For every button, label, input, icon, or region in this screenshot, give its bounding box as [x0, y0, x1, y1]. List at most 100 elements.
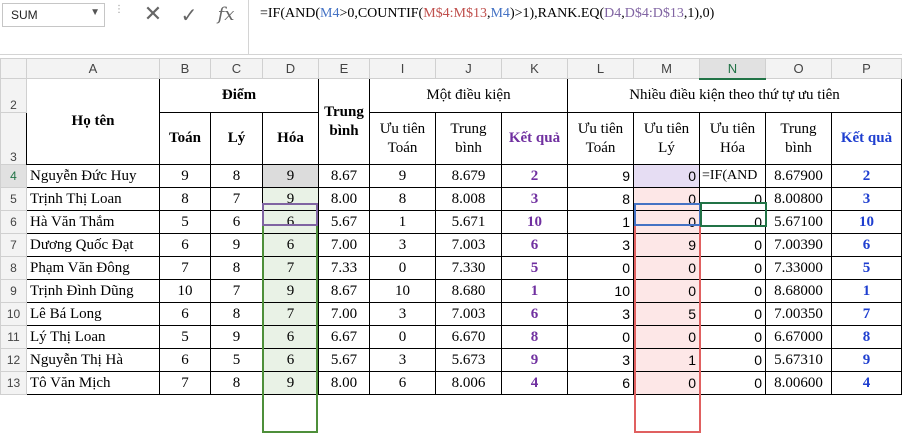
cell-ly[interactable]: 8 [210, 371, 263, 395]
column-header[interactable]: I [369, 58, 436, 79]
cell-ket-qua[interactable]: 2 [501, 164, 568, 188]
cell-uu-tien-ly[interactable]: 0 [633, 187, 700, 211]
column-header-selected[interactable]: N [699, 58, 766, 80]
cell-uu-tien-toan[interactable]: 3 [369, 233, 436, 257]
cell-uu-tien-hoa[interactable]: 0 [699, 371, 766, 395]
column-header[interactable]: O [765, 58, 832, 79]
cell-uu-tien-hoa[interactable]: 0 [699, 325, 766, 349]
cell-uu-tien-toan-2[interactable]: 6 [567, 371, 634, 395]
cell-uu-tien-hoa[interactable]: 0 [699, 279, 766, 303]
cell-trung-binh-1[interactable]: 8.679 [435, 164, 502, 188]
chevron-down-icon[interactable]: ▼ [90, 7, 100, 18]
cell-ly[interactable]: 8 [210, 302, 263, 326]
cell-ho-ten[interactable]: Tô Văn Mịch [26, 371, 160, 395]
row-header[interactable]: 8 [0, 256, 27, 280]
cell-ho-ten[interactable]: Nguyễn Thị Hà [26, 348, 160, 372]
cell-trung-binh-2[interactable]: 5.67100 [765, 210, 832, 234]
cell-trung-binh[interactable]: 8.67 [318, 279, 370, 303]
cell-ket-qua-2[interactable]: 7 [831, 302, 902, 326]
cell-trung-binh-2[interactable]: 7.00390 [765, 233, 832, 257]
cell-ly[interactable]: 5 [210, 348, 263, 372]
cell-ly[interactable]: 8 [210, 164, 263, 188]
column-header[interactable]: J [435, 58, 502, 79]
cell-trung-binh-1[interactable]: 5.671 [435, 210, 502, 234]
cell-ket-qua-2[interactable]: 10 [831, 210, 902, 234]
cell-ket-qua-2[interactable]: 6 [831, 233, 902, 257]
cell-trung-binh[interactable]: 5.67 [318, 210, 370, 234]
row-header[interactable]: 13 [0, 371, 27, 395]
cell-uu-tien-ly[interactable]: 0 [633, 325, 700, 349]
cell-trung-binh[interactable]: 8.00 [318, 371, 370, 395]
cell-trung-binh-2[interactable]: 7.00350 [765, 302, 832, 326]
cell-ho-ten[interactable]: Lý Thị Loan [26, 325, 160, 349]
cell-trung-binh-2[interactable]: 6.67000 [765, 325, 832, 349]
cell-hoa[interactable]: 6 [262, 348, 319, 372]
cell-uu-tien-toan-2[interactable]: 8 [567, 187, 634, 211]
cell-uu-tien-ly[interactable]: 0 [633, 164, 700, 188]
cell-ket-qua[interactable]: 6 [501, 233, 568, 257]
cell-trung-binh-1[interactable]: 8.006 [435, 371, 502, 395]
cell-uu-tien-hoa[interactable]: 0 [699, 302, 766, 326]
cell-hoa[interactable]: 6 [262, 325, 319, 349]
cell-toan[interactable]: 10 [159, 279, 211, 303]
column-header[interactable]: C [210, 58, 263, 79]
cell-toan[interactable]: 7 [159, 256, 211, 280]
cell-uu-tien-toan-2[interactable]: 1 [567, 210, 634, 234]
cell-uu-tien-toan-2[interactable]: 3 [567, 233, 634, 257]
cell-trung-binh-2[interactable]: 8.00800 [765, 187, 832, 211]
insert-function-button[interactable]: fx [211, 2, 241, 28]
check-icon[interactable]: ✓ [174, 2, 204, 28]
cell-hoa[interactable]: 7 [262, 302, 319, 326]
cell-trung-binh-1[interactable]: 5.673 [435, 348, 502, 372]
cell-ho-ten[interactable]: Phạm Văn Đông [26, 256, 160, 280]
cell-ket-qua[interactable]: 9 [501, 348, 568, 372]
cell-ket-qua[interactable]: 6 [501, 302, 568, 326]
cell-ket-qua-2[interactable]: 8 [831, 325, 902, 349]
cell-ket-qua-2[interactable]: 3 [831, 187, 902, 211]
cell-trung-binh-1[interactable]: 8.008 [435, 187, 502, 211]
cell-trung-binh[interactable]: 5.67 [318, 348, 370, 372]
column-header[interactable]: A [26, 58, 160, 79]
cell-toan[interactable]: 9 [159, 164, 211, 188]
cell-ket-qua-2[interactable]: 2 [831, 164, 902, 188]
column-header[interactable]: B [159, 58, 211, 79]
cell-ket-qua[interactable]: 4 [501, 371, 568, 395]
cell-uu-tien-toan[interactable]: 3 [369, 302, 436, 326]
cell-hoa[interactable]: 6 [262, 233, 319, 257]
cell-uu-tien-toan[interactable]: 3 [369, 348, 436, 372]
cell-uu-tien-hoa[interactable]: 0 [699, 348, 766, 372]
cell-trung-binh-2[interactable]: 7.33000 [765, 256, 832, 280]
cell-trung-binh-1[interactable]: 7.003 [435, 302, 502, 326]
cell-toan[interactable]: 5 [159, 325, 211, 349]
cell-uu-tien-toan[interactable]: 6 [369, 371, 436, 395]
cell-trung-binh-1[interactable]: 7.003 [435, 233, 502, 257]
close-icon[interactable]: ✕ [138, 2, 168, 28]
row-header[interactable]: 5 [0, 187, 27, 211]
cell-uu-tien-toan-2[interactable]: 3 [567, 348, 634, 372]
cell-ho-ten[interactable]: Dương Quốc Đạt [26, 233, 160, 257]
cell-uu-tien-toan-2[interactable]: 0 [567, 325, 634, 349]
column-header[interactable]: K [501, 58, 568, 79]
column-header[interactable]: E [318, 58, 370, 79]
cell-toan[interactable]: 6 [159, 348, 211, 372]
row-header[interactable]: 2 [0, 78, 27, 113]
column-header[interactable]: M [633, 58, 700, 79]
cell-hoa[interactable]: 9 [262, 164, 319, 188]
cell-trung-binh[interactable]: 8.00 [318, 187, 370, 211]
row-header[interactable]: 3 [0, 112, 27, 165]
cell-ho-ten[interactable]: Lê Bá Long [26, 302, 160, 326]
cell-ket-qua-2[interactable]: 4 [831, 371, 902, 395]
cell-trung-binh-1[interactable]: 8.680 [435, 279, 502, 303]
row-header[interactable]: 9 [0, 279, 27, 303]
cell-editing-n4[interactable]: =IF(AND [699, 164, 766, 188]
cell-uu-tien-toan[interactable]: 1 [369, 210, 436, 234]
cell-uu-tien-ly[interactable]: 0 [633, 279, 700, 303]
cell-ho-ten[interactable]: Trịnh Đình Dũng [26, 279, 160, 303]
cell-hoa[interactable]: 6 [262, 210, 319, 234]
cell-toan[interactable]: 8 [159, 187, 211, 211]
cell-trung-binh[interactable]: 8.67 [318, 164, 370, 188]
row-header[interactable]: 10 [0, 302, 27, 326]
select-all-corner[interactable] [0, 58, 27, 79]
cell-trung-binh-1[interactable]: 6.670 [435, 325, 502, 349]
cell-ly[interactable]: 9 [210, 233, 263, 257]
